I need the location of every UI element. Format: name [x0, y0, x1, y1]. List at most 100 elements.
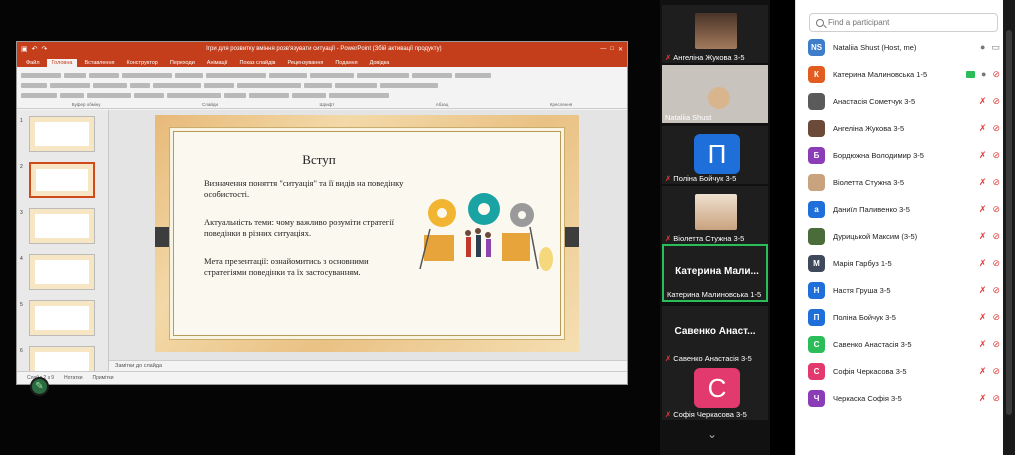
redo-icon[interactable]: ↷ — [42, 45, 48, 53]
video-tile[interactable]: Савенко Анаст... ✗ Савенко Анастасія 3-5 — [662, 306, 768, 364]
participant-row[interactable]: Віолетта Стужна 3-5 ✗ ⊘ — [808, 171, 1000, 193]
participant-row[interactable]: Анастасія Сометчук 3-5 ✗ ⊘ — [808, 90, 1000, 112]
maximize-icon[interactable]: □ — [610, 46, 614, 52]
close-icon[interactable]: ✕ — [618, 46, 623, 53]
camera-off-icon[interactable]: ⊘ — [992, 366, 1000, 376]
mic-off-icon[interactable]: ✗ — [979, 204, 987, 214]
mic-off-icon[interactable]: ✗ — [979, 231, 987, 241]
mic-off-icon[interactable]: ✗ — [979, 339, 987, 349]
ppt-tab[interactable]: Головна — [46, 59, 78, 67]
mic-off-icon[interactable]: ✗ — [979, 150, 987, 160]
slide-paragraph-1[interactable]: Визначення поняття "ситуація" та її виді… — [204, 178, 412, 200]
camera-off-icon[interactable]: ⊘ — [992, 285, 1000, 295]
ppt-ribbon-tabs: Файл Головна Вставлення Конструктор Переходи… — [17, 56, 627, 67]
mic-off-icon[interactable]: ✗ — [979, 177, 987, 187]
ppt-ribbon: Буфер обміну Слайди Шрифт Абзац Креслення — [17, 67, 627, 109]
participant-row[interactable]: Ангеліна Жукова 3-5 ✗ ⊘ — [808, 117, 1000, 139]
camera-off-icon[interactable]: ⊘ — [992, 177, 1000, 187]
ppt-tab[interactable]: Довідка — [365, 59, 395, 67]
camera-off-icon[interactable]: ⊘ — [992, 123, 1000, 133]
slide-thumbnail[interactable] — [29, 162, 95, 198]
ppt-tab[interactable]: Конструктор — [122, 59, 163, 67]
video-tile[interactable]: П ✗ Поліна Бойчук 3-5 — [662, 126, 768, 184]
ppt-tab[interactable]: Подання — [330, 59, 362, 67]
video-tile[interactable]: Nataliia Shust — [662, 65, 768, 123]
slide-thumbnails-pane[interactable]: 1 2 3 4 5 6 — [17, 110, 109, 382]
status-item[interactable]: Нотатки — [64, 375, 82, 381]
video-tile[interactable]: С ✗ Софія Черкасова 3-5 — [662, 362, 768, 420]
ribbon-group-labels: Буфер обміну Слайди Шрифт Абзац Креслення — [21, 102, 623, 107]
participant-row[interactable]: С Савенко Анастасія 3-5 ✗ ⊘ — [808, 333, 1000, 355]
mic-on-icon[interactable]: ● — [980, 42, 985, 52]
participant-row[interactable]: П Поліна Бойчук 3-5 ✗ ⊘ — [808, 306, 1000, 328]
slide-thumbnail[interactable] — [29, 254, 95, 290]
mic-off-icon[interactable]: ✗ — [979, 285, 987, 295]
participant-name: Nataliia Shust (Host, me) — [833, 42, 917, 52]
camera-off-icon[interactable]: ⊘ — [992, 96, 1000, 106]
slide-title[interactable]: Вступ — [174, 152, 464, 168]
camera-off-icon[interactable]: ⊘ — [992, 69, 1000, 79]
video-tile[interactable]: ✗ Віолетта Стужна 3-5 — [662, 186, 768, 244]
status-item[interactable]: Примітки — [93, 375, 114, 381]
participant-search[interactable] — [809, 13, 998, 32]
camera-off-icon[interactable]: ⊘ — [992, 312, 1000, 322]
ppt-tab[interactable]: Вставлення — [79, 59, 119, 67]
video-tile-name: ✗ Софія Черкасова 3-5 — [665, 410, 747, 419]
participant-row[interactable]: М Марія Гарбуз 1-5 ✗ ⊘ — [808, 252, 1000, 274]
thumb-number: 2 — [20, 164, 23, 170]
teamwork-gears-illustration — [410, 189, 556, 275]
participant-video — [695, 13, 737, 49]
participant-avatar: Ч — [808, 389, 825, 407]
minimize-icon[interactable]: — — [600, 46, 606, 52]
mic-off-icon[interactable]: ✗ — [979, 258, 987, 268]
slide-thumbnail[interactable] — [29, 300, 95, 336]
participant-row[interactable]: а Даниїл Паливенко 3-5 ✗ ⊘ — [808, 198, 1000, 220]
camera-off-icon[interactable]: ⊘ — [992, 231, 1000, 241]
participant-row[interactable]: NS Nataliia Shust (Host, me) ● ▭ — [808, 36, 1000, 58]
thumb-number: 6 — [20, 348, 23, 354]
ppt-tab[interactable]: Рецензування — [282, 59, 328, 67]
mic-off-icon[interactable]: ✗ — [979, 393, 987, 403]
camera-off-icon[interactable]: ⊘ — [992, 393, 1000, 403]
participant-search-input[interactable] — [828, 18, 988, 27]
pencil-icon[interactable]: ✎ — [30, 377, 49, 396]
undo-icon[interactable]: ↶ — [32, 45, 38, 53]
video-tile-active-speaker[interactable]: Катерина Мали... Катерина Малиновська 1-… — [662, 244, 768, 302]
participant-status-icons: ✗ ⊘ — [979, 123, 1000, 133]
participant-video — [708, 87, 730, 109]
mic-off-icon[interactable]: ✗ — [979, 96, 987, 106]
slide-thumbnail[interactable] — [29, 116, 95, 152]
slide-paragraph-2[interactable]: Актуальність теми: чому важливо розуміти… — [204, 217, 412, 239]
participant-row[interactable]: Ч Черкаска Софія 3-5 ✗ ⊘ — [808, 387, 1000, 409]
thumb-number: 4 — [20, 256, 23, 262]
slide-thumbnail[interactable] — [29, 208, 95, 244]
ppt-tab[interactable]: Переходи — [165, 59, 200, 67]
save-icon[interactable]: ▣ — [21, 45, 28, 53]
chevron-down-icon[interactable]: ⌄ — [707, 427, 717, 441]
mic-off-icon[interactable]: ✗ — [979, 312, 987, 322]
participant-row[interactable]: К Катерина Малиновська 1-5 ● ⊘ — [808, 63, 1000, 85]
scrollbar-thumb[interactable] — [1006, 30, 1012, 415]
participant-row[interactable]: Н Настя Груша 3-5 ✗ ⊘ — [808, 279, 1000, 301]
camera-on-icon[interactable]: ▭ — [991, 42, 1000, 52]
ppt-tab[interactable]: Файл — [21, 59, 45, 67]
camera-off-icon[interactable]: ⊘ — [992, 339, 1000, 349]
participant-row[interactable]: Б Бордюжна Володимир 3-5 ✗ ⊘ — [808, 144, 1000, 166]
camera-off-icon[interactable]: ⊘ — [992, 150, 1000, 160]
mic-off-icon[interactable]: ✗ — [979, 366, 987, 376]
panel-scrollbar[interactable] — [1003, 0, 1015, 455]
ppt-tab[interactable]: Показ слайдів — [234, 59, 280, 67]
video-tile[interactable]: ✗ Ангеліна Жукова 3-5 — [662, 5, 768, 63]
mic-off-icon: ✗ — [665, 53, 672, 62]
camera-off-icon[interactable]: ⊘ — [992, 258, 1000, 268]
ppt-status-bar: Слайд 2 з 9НотаткиПримітки — [17, 371, 627, 384]
camera-off-icon[interactable]: ⊘ — [992, 204, 1000, 214]
participant-row[interactable]: Дурицькой Максим (3-5) ✗ ⊘ — [808, 225, 1000, 247]
current-slide[interactable]: Вступ Визначення поняття "ситуація" та ї… — [155, 115, 579, 352]
slide-paragraph-3[interactable]: Мета презентації: ознайомитись з основни… — [204, 256, 412, 278]
mic-off-icon[interactable]: ✗ — [979, 123, 987, 133]
participant-name: Поліна Бойчук 3-5 — [833, 312, 896, 322]
mic-on-icon[interactable]: ● — [981, 69, 986, 79]
ppt-tab[interactable]: Анімації — [202, 59, 233, 67]
participant-row[interactable]: С Софія Черкасова 3-5 ✗ ⊘ — [808, 360, 1000, 382]
